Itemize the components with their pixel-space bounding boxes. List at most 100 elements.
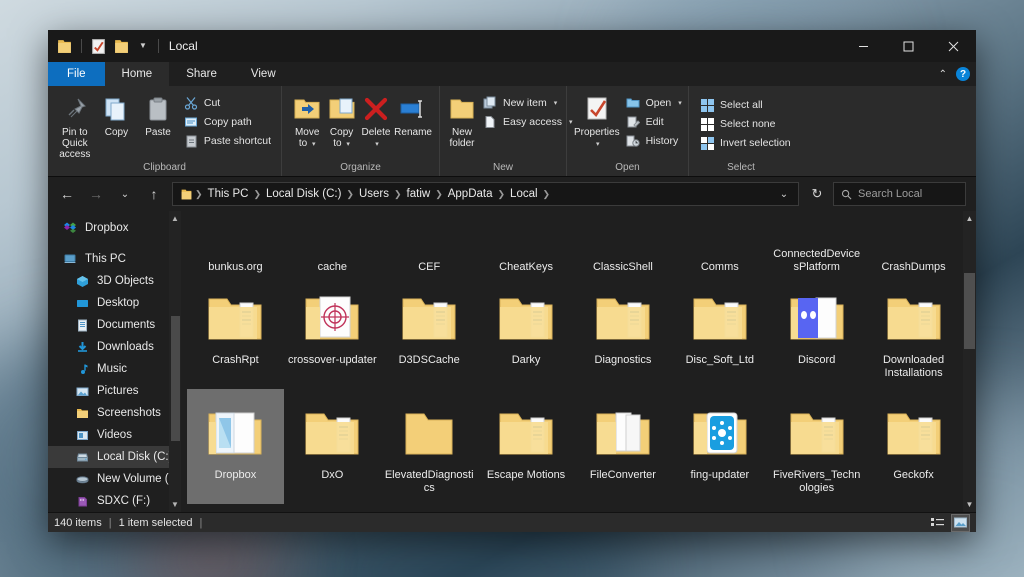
rename-button[interactable]: Rename [393, 91, 433, 140]
new-folder-icon[interactable] [113, 38, 130, 55]
breadcrumb-item[interactable]: Local [505, 188, 543, 200]
folder-icon[interactable] [56, 38, 73, 55]
file-item[interactable]: CrashDumps [865, 211, 962, 274]
paste-shortcut-button[interactable]: Paste shortcut [179, 132, 275, 150]
select-none-button[interactable]: Select none [695, 115, 795, 133]
new-item-button[interactable]: New item ▾ [478, 94, 576, 112]
sidebar-item-desktop[interactable]: Desktop [48, 292, 181, 314]
select-all-button[interactable]: Select all [695, 96, 795, 114]
invert-selection-button[interactable]: Invert selection [695, 134, 795, 152]
address-dropdown-button[interactable]: ⌄ [774, 184, 794, 204]
file-item[interactable] [478, 504, 575, 512]
customize-toolbar-caret[interactable]: ▼ [136, 42, 150, 50]
tab-share[interactable]: Share [169, 62, 234, 86]
sidebar-item-new-volume-d[interactable]: New Volume (D:) [48, 468, 181, 490]
chevron-up-icon[interactable]: ⌃ [939, 69, 947, 80]
back-button[interactable]: ← [54, 182, 80, 206]
recent-locations-button[interactable]: ⌄ [112, 182, 138, 206]
file-item[interactable]: ClassicShell [575, 211, 672, 274]
easy-access-button[interactable]: Easy access ▾ [478, 113, 576, 131]
file-item[interactable]: Diagnostics [575, 274, 672, 389]
file-item[interactable]: CheatKeys [478, 211, 575, 274]
new-folder-button[interactable]: New folder [446, 91, 478, 151]
file-item[interactable]: crossover-updater [284, 274, 381, 389]
close-button[interactable] [931, 30, 976, 62]
tab-home[interactable]: Home [105, 62, 170, 86]
breadcrumb-item[interactable]: AppData [443, 188, 498, 200]
breadcrumb-item[interactable]: Local Disk (C:) [261, 188, 346, 200]
sidebar-item-screenshots[interactable]: Screenshots [48, 402, 181, 424]
sidebar-item-music[interactable]: Music [48, 358, 181, 380]
file-item[interactable] [671, 504, 768, 512]
chevron-up-icon[interactable]: ▲ [171, 211, 179, 226]
copy-button[interactable]: Copy [96, 91, 138, 140]
history-button[interactable]: History [621, 132, 686, 150]
open-button[interactable]: Open ▾ [621, 94, 686, 112]
file-item[interactable]: Discord [768, 274, 865, 389]
help-icon[interactable]: ? [956, 67, 970, 81]
file-item[interactable]: ElevatedDiagnostics [381, 389, 478, 504]
refresh-button[interactable]: ↻ [804, 182, 830, 206]
file-item[interactable] [768, 504, 865, 512]
file-item[interactable]: bunkus.org [187, 211, 284, 274]
up-button[interactable]: ↑ [141, 182, 167, 206]
search-input[interactable]: Search Local [833, 182, 966, 206]
file-item[interactable] [575, 504, 672, 512]
copy-path-button[interactable]: Copy path [179, 113, 275, 131]
file-item[interactable] [381, 504, 478, 512]
chevron-down-icon[interactable]: ▼ [963, 500, 976, 509]
file-item[interactable]: CEF [381, 211, 478, 274]
file-item[interactable]: FileConverter [575, 389, 672, 504]
sidebar-item-local-disk-c[interactable]: Local Disk (C:) [48, 446, 181, 468]
file-item-selected[interactable]: Dropbox [187, 389, 284, 504]
delete-button[interactable]: Delete▾ [359, 91, 393, 152]
file-item[interactable]: FiveRivers_Technologies [768, 389, 865, 504]
file-list-scrollbar[interactable]: ▲ ▼ [963, 211, 976, 512]
file-item[interactable]: Downloaded Installations [865, 274, 962, 389]
file-item[interactable]: Geckofx [865, 389, 962, 504]
file-item[interactable]: cache [284, 211, 381, 274]
edit-button[interactable]: Edit [621, 113, 686, 131]
sidebar-item-videos[interactable]: Videos [48, 424, 181, 446]
sidebar-item-sdxc-f[interactable]: SDXC (F:) [48, 490, 181, 512]
chevron-up-icon[interactable]: ▲ [963, 214, 976, 223]
minimize-button[interactable] [841, 30, 886, 62]
pin-to-quick-access-button[interactable]: Pin to Quick access [54, 91, 96, 162]
cut-button[interactable]: Cut [179, 94, 275, 112]
file-item[interactable]: Darky [478, 274, 575, 389]
sidebar-item-this-pc[interactable]: This PC [48, 248, 181, 270]
paste-button[interactable]: Paste [137, 91, 179, 140]
breadcrumb-item[interactable]: Users [354, 188, 394, 200]
sidebar-item-downloads[interactable]: Downloads [48, 336, 181, 358]
file-item[interactable]: Disc_Soft_Ltd [671, 274, 768, 389]
tab-view[interactable]: View [234, 62, 293, 86]
chevron-down-icon[interactable]: ▼ [171, 497, 179, 512]
tab-file[interactable]: File [48, 62, 105, 86]
large-icons-view-button[interactable] [951, 514, 970, 532]
forward-button[interactable]: → [83, 182, 109, 206]
sidebar-item-pictures[interactable]: Pictures [48, 380, 181, 402]
details-view-button[interactable] [928, 514, 947, 532]
breadcrumb-item[interactable]: fatiw [402, 188, 436, 200]
navigation-pane-scroll-thumb[interactable] [171, 316, 180, 441]
file-item[interactable]: ConnectedDevicesPlatform [768, 211, 865, 274]
file-item[interactable] [865, 504, 962, 512]
sidebar-item-3d-objects[interactable]: 3D Objects [48, 270, 181, 292]
file-item[interactable]: fing-updater [671, 389, 768, 504]
file-item[interactable] [187, 504, 284, 512]
maximize-button[interactable] [886, 30, 931, 62]
move-to-button[interactable]: Move to ▾ [290, 91, 324, 152]
properties-icon[interactable] [90, 38, 107, 55]
file-item[interactable]: Escape Motions [478, 389, 575, 504]
sidebar-item-documents[interactable]: Documents [48, 314, 181, 336]
copy-to-button[interactable]: Copy to ▾ [324, 91, 358, 152]
file-item[interactable]: Comms [671, 211, 768, 274]
sidebar-item-dropbox[interactable]: Dropbox [48, 217, 181, 239]
breadcrumb-item[interactable]: This PC [203, 188, 254, 200]
address-bar[interactable]: ❯ This PC ❯ Local Disk (C:) ❯ Users ❯ fa… [172, 182, 799, 206]
file-list-scroll-thumb[interactable] [964, 273, 975, 349]
file-item[interactable]: DxO [284, 389, 381, 504]
file-list-view[interactable]: bunkus.org cache CEF CheatKeys ClassicSh… [181, 211, 976, 512]
properties-button[interactable]: Properties▾ [573, 91, 621, 152]
file-item[interactable]: CrashRpt [187, 274, 284, 389]
